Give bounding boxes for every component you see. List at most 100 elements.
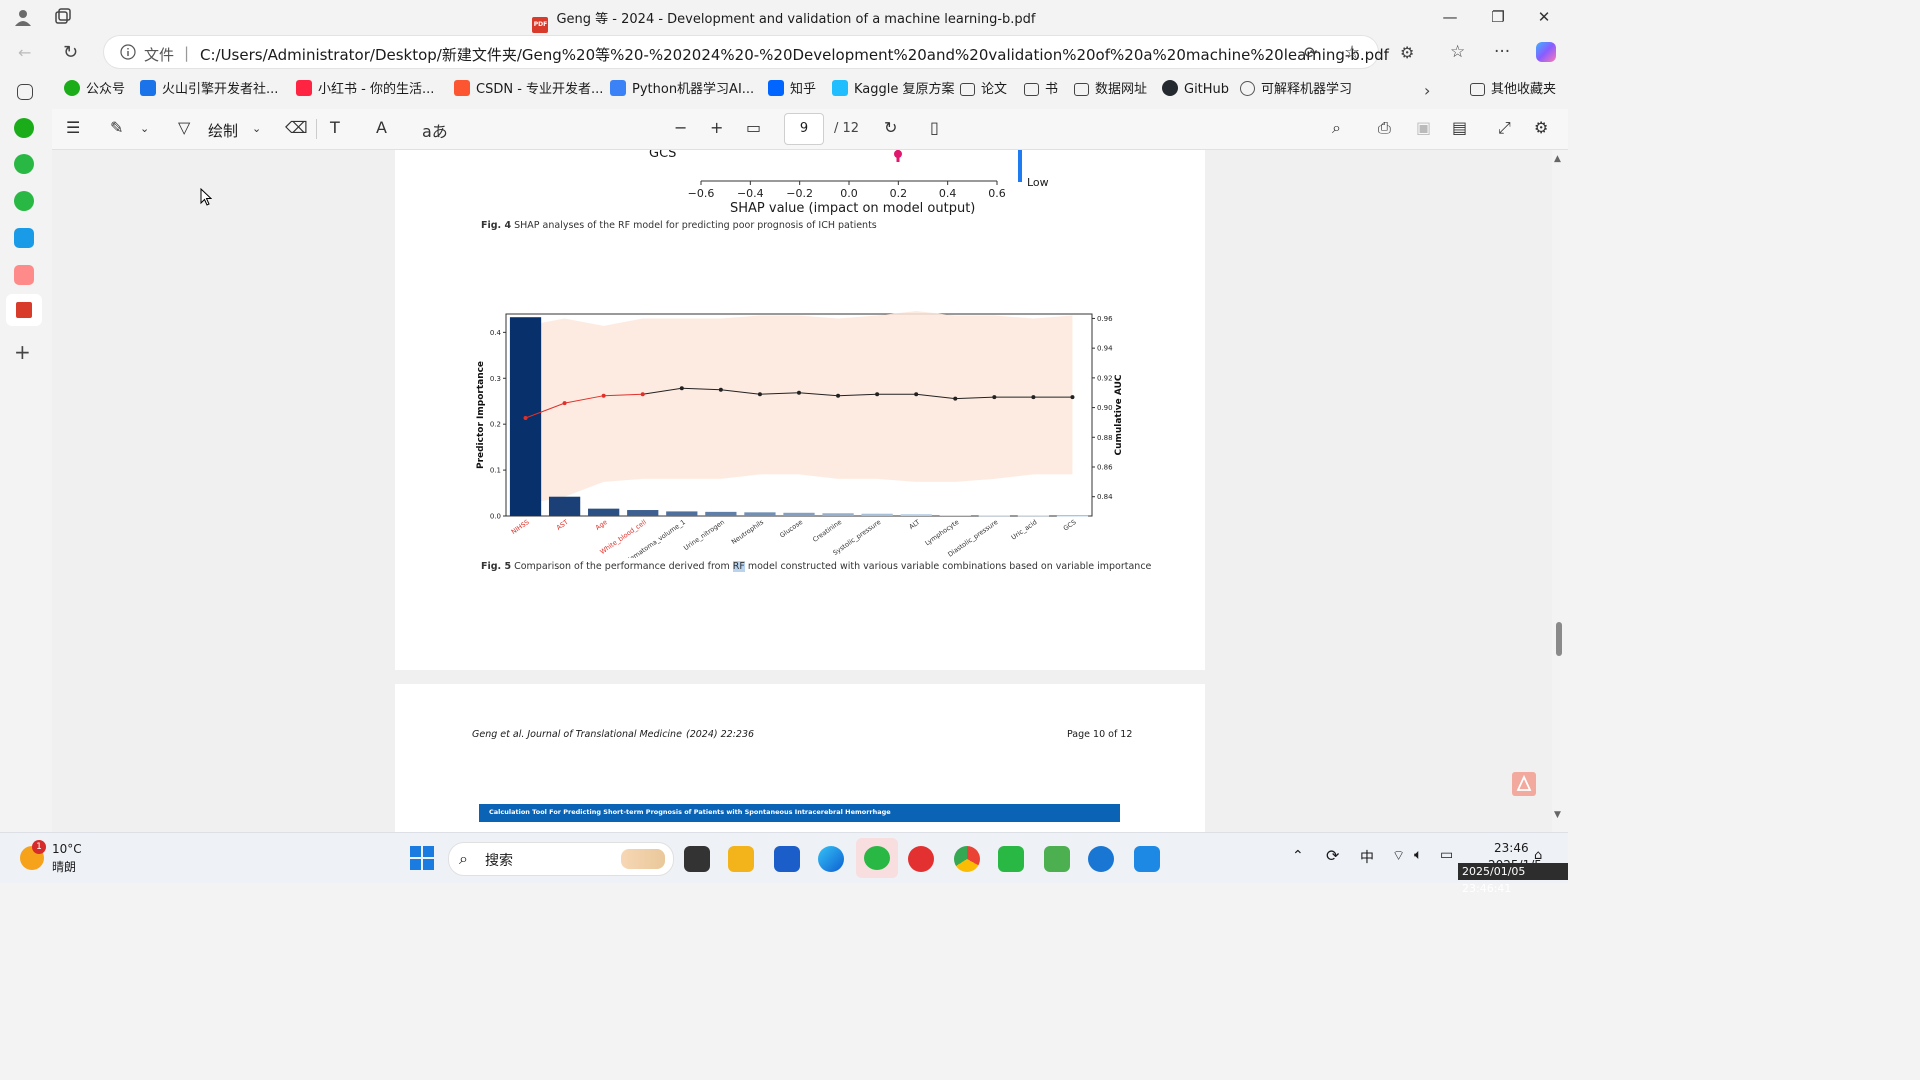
fit-page-icon[interactable]: ▭: [746, 118, 761, 137]
info-icon[interactable]: [120, 44, 136, 60]
rotate-icon[interactable]: ↻: [884, 118, 897, 137]
scroll-down-icon[interactable]: ▼: [1554, 810, 1561, 820]
fig5-auc-point: [757, 392, 762, 397]
pdf-viewer: GCS −0.6 −0.4 −0.2 0.0 0.2 0.4 0.6 Low SHAP va…: [52, 150, 1552, 832]
favorite-star-icon[interactable]: ☆: [1344, 42, 1360, 63]
notification-icon[interactable]: ⌂: [1534, 848, 1542, 863]
bookmark-item[interactable]: 可解释机器学习: [1240, 80, 1352, 100]
edge-browser-icon[interactable]: [818, 846, 844, 872]
scrollbar-thumb[interactable]: [1556, 622, 1562, 656]
file-explorer-icon[interactable]: [728, 846, 754, 872]
bookmark-item[interactable]: 小红书 - 你的生活...: [296, 80, 434, 100]
extensions-icon[interactable]: ⚙: [1400, 43, 1414, 62]
bookmark-item[interactable]: Kaggle 复原方案: [832, 80, 955, 100]
close-button[interactable]: ✕: [1530, 6, 1558, 28]
xiaohongshu-icon[interactable]: [14, 265, 34, 285]
fig5-y-tick-label: 0.2: [490, 421, 501, 429]
print-icon[interactable]: ⎙: [1378, 118, 1391, 138]
weather-desc[interactable]: 晴朗: [52, 858, 76, 875]
bilibili-icon[interactable]: [14, 228, 34, 248]
fig5-x-tick-label: Creatinine: [811, 518, 843, 544]
wifi-icon[interactable]: ⌔: [1392, 847, 1405, 865]
photos-icon[interactable]: [1134, 846, 1160, 872]
more-menu-icon[interactable]: ···: [1494, 42, 1510, 62]
settings-gear-icon[interactable]: ⚙: [1534, 118, 1548, 137]
wechat-icon[interactable]: [14, 191, 34, 211]
draw-icon[interactable]: ▽: [178, 118, 190, 137]
ime-indicator[interactable]: 中: [1360, 847, 1374, 867]
fig5-ylabel: Predictor Importance: [476, 361, 486, 469]
tray-overflow-icon[interactable]: ⌃: [1292, 848, 1304, 864]
acrobat-floating-icon[interactable]: [1512, 772, 1536, 796]
bookmark-item[interactable]: 公众号: [64, 80, 125, 100]
taskbar-search-box[interactable]: ⌕ 搜索: [448, 842, 674, 876]
page-total: / 12: [834, 121, 860, 136]
refresh-icon[interactable]: ↻: [63, 42, 78, 63]
sidebar-app-icon[interactable]: [14, 118, 34, 138]
save-as-icon[interactable]: ▤: [1452, 118, 1467, 137]
bookmark-item[interactable]: 火山引擎开发者社...: [140, 80, 278, 100]
read-aloud-icon[interactable]: A: [376, 118, 387, 137]
contents-icon[interactable]: ☰: [66, 118, 80, 137]
sidebar-toggle-icon[interactable]: [17, 84, 33, 100]
bookmark-item[interactable]: 知乎: [768, 80, 816, 100]
bookmark-item[interactable]: CSDN - 专业开发者...: [454, 80, 603, 100]
bookmark-favicon: [832, 80, 848, 96]
fig5-x-tick-label: Glucose: [778, 518, 804, 539]
bookmark-folder[interactable]: 数据网址: [1074, 80, 1147, 100]
bookmark-folder[interactable]: 书: [1024, 80, 1058, 100]
fig5-bar: [627, 510, 659, 516]
eraser-icon[interactable]: ⌫: [285, 118, 308, 137]
fig5-y2label: Cumulative AUC: [1114, 374, 1124, 455]
calculator-banner: Calculation Tool For Predicting Short-te…: [479, 804, 1120, 822]
scroll-up-icon[interactable]: ▲: [1554, 154, 1561, 164]
sync-icon[interactable]: ⟳: [1326, 846, 1339, 865]
windows-start-icon[interactable]: [410, 846, 434, 870]
draw-label[interactable]: 绘制: [208, 120, 238, 141]
bookmarks-overflow-icon[interactable]: ›: [1424, 81, 1430, 100]
restore-button[interactable]: ❐: [1484, 6, 1512, 28]
add-sidebar-app-icon[interactable]: +: [14, 340, 31, 364]
fullscreen-icon[interactable]: ⤢: [1498, 118, 1511, 138]
url-text[interactable]: C:/Users/Administrator/Desktop/新建文件夹/Gen…: [200, 44, 1389, 65]
add-text-icon[interactable]: T: [330, 118, 340, 137]
highlight-icon[interactable]: ✎: [110, 118, 123, 137]
vertical-scrollbar[interactable]: ▲ ▼: [1552, 150, 1568, 832]
draw-dropdown-icon[interactable]: ⌄: [252, 122, 261, 135]
minimize-button[interactable]: —: [1436, 6, 1464, 28]
task-view-icon[interactable]: [684, 846, 710, 872]
sidebar-active-tab[interactable]: [6, 294, 42, 326]
bookmark-label: CSDN - 专业开发者...: [476, 82, 604, 97]
microsoft-store-icon[interactable]: [774, 846, 800, 872]
fig5-y-tick-label: 0.1: [490, 467, 501, 475]
chrome-dev-icon[interactable]: [954, 846, 980, 872]
bookmark-item[interactable]: GitHub: [1162, 80, 1229, 100]
page-number-input[interactable]: 9: [784, 113, 824, 145]
save-icon[interactable]: ▣: [1416, 118, 1431, 137]
wechat-icon[interactable]: [14, 154, 34, 174]
back-icon[interactable]: ←: [18, 43, 31, 62]
favorites-icon[interactable]: ☆: [1450, 42, 1465, 62]
battery-icon[interactable]: ▭: [1440, 847, 1453, 863]
app-available-icon[interactable]: ⟳: [1304, 43, 1317, 62]
fig5-auc-point: [953, 396, 958, 401]
bookmark-item[interactable]: Python机器学习AI...: [610, 80, 754, 100]
window-title-text: Geng 等 - 2024 - Development and validati…: [556, 12, 1036, 27]
search-icon[interactable]: ⌕: [1332, 118, 1341, 138]
highlight-dropdown-icon[interactable]: ⌄: [140, 122, 149, 135]
weather-temp[interactable]: 10°C: [52, 842, 82, 856]
copilot-icon[interactable]: [1536, 42, 1556, 62]
other-favorites-folder[interactable]: 其他收藏夹: [1470, 80, 1556, 100]
feishu-icon[interactable]: [1088, 846, 1114, 872]
wechat-work-icon[interactable]: [998, 846, 1024, 872]
clock-time[interactable]: 23:46: [1494, 841, 1529, 855]
wechat-active-tile[interactable]: [856, 838, 898, 878]
zoom-out-icon[interactable]: −: [674, 118, 687, 137]
remote-desktop-icon[interactable]: [1044, 846, 1070, 872]
translate-icon[interactable]: aあ: [422, 118, 448, 142]
volume-icon[interactable]: 🔈︎: [1414, 847, 1422, 863]
bookmark-folder[interactable]: 论文: [960, 80, 1007, 100]
page-view-icon[interactable]: ▯: [930, 118, 939, 137]
netease-music-icon[interactable]: [908, 846, 934, 872]
zoom-in-icon[interactable]: +: [710, 118, 723, 137]
